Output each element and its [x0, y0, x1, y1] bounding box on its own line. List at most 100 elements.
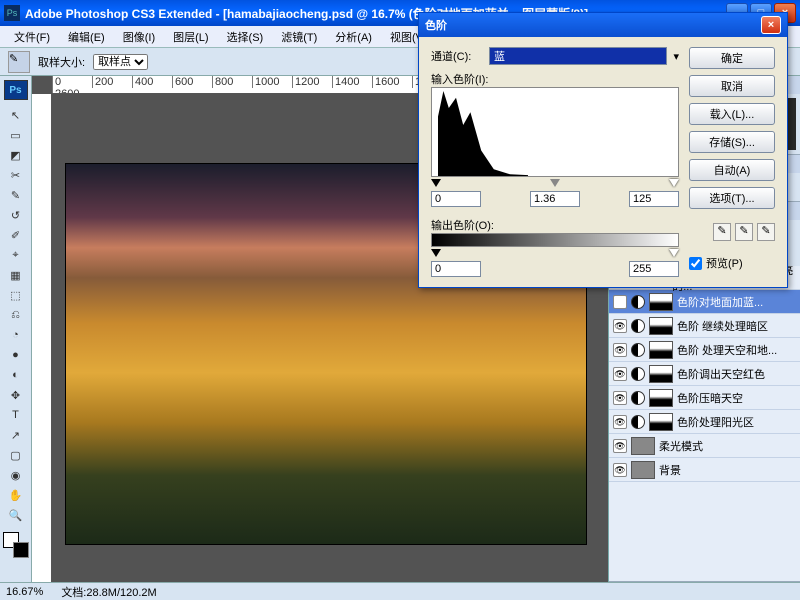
- layer-name: 色阶调出天空红色: [677, 366, 765, 382]
- layer-mask-thumb[interactable]: [649, 389, 673, 407]
- tool-button[interactable]: ↗: [4, 425, 28, 445]
- sample-size-label: 取样大小:: [38, 54, 85, 70]
- dialog-close-button[interactable]: ×: [761, 16, 781, 34]
- tool-button[interactable]: ⌖: [4, 245, 28, 265]
- layer-row[interactable]: 👁 色阶 处理天空和地...: [609, 338, 800, 362]
- layer-row[interactable]: 👁柔光模式: [609, 434, 800, 458]
- tool-button[interactable]: ✥: [4, 385, 28, 405]
- eyedropper-tool-icon[interactable]: ✎: [8, 51, 30, 73]
- tool-button[interactable]: ✂: [4, 165, 28, 185]
- tool-button[interactable]: ◔: [4, 325, 28, 345]
- tool-button[interactable]: ▦: [4, 265, 28, 285]
- menu-item[interactable]: 分析(A): [327, 27, 380, 47]
- layer-name: 色阶 继续处理暗区: [677, 318, 768, 334]
- tool-button[interactable]: ⎌: [4, 305, 28, 325]
- layer-row[interactable]: 👁 色阶调出天空红色: [609, 362, 800, 386]
- tool-button[interactable]: ●: [4, 345, 28, 365]
- output-white-field[interactable]: [629, 261, 679, 277]
- adjustment-icon: [631, 319, 645, 333]
- visibility-icon[interactable]: 👁: [613, 367, 627, 381]
- visibility-icon[interactable]: 👁: [613, 463, 627, 477]
- menu-item[interactable]: 文件(F): [6, 27, 58, 47]
- layer-name: 色阶对地面加蓝...: [677, 294, 763, 310]
- layer-name: 色阶 处理天空和地...: [677, 342, 777, 358]
- layer-row[interactable]: 👁 色阶对地面加蓝...: [609, 290, 800, 314]
- output-sliders[interactable]: [431, 249, 679, 257]
- menu-item[interactable]: 图像(I): [115, 27, 163, 47]
- save-button[interactable]: 存储(S)...: [689, 131, 775, 153]
- dialog-title: 色阶: [425, 17, 447, 33]
- input-levels-label: 输入色阶(I):: [431, 74, 488, 86]
- tool-button[interactable]: ✐: [4, 225, 28, 245]
- status-bar: 16.67% 文档:28.8M/120.2M: [0, 582, 800, 600]
- menu-item[interactable]: 编辑(E): [60, 27, 113, 47]
- tool-button[interactable]: ↖: [4, 105, 28, 125]
- tool-button[interactable]: ▭: [4, 125, 28, 145]
- visibility-icon[interactable]: 👁: [613, 439, 627, 453]
- auto-button[interactable]: 自动(A): [689, 159, 775, 181]
- layer-mask-thumb[interactable]: [649, 293, 673, 311]
- black-eyedropper-icon[interactable]: ✎: [713, 223, 731, 241]
- levels-dialog: 色阶 × 通道(C): 蓝 ▾ 输入色阶(I): 输出色阶(O):: [418, 12, 788, 288]
- tool-button[interactable]: ▢: [4, 445, 28, 465]
- options-button[interactable]: 选项(T)...: [689, 187, 775, 209]
- layer-thumb[interactable]: [631, 437, 655, 455]
- color-swatches[interactable]: [3, 532, 29, 558]
- layer-mask-thumb[interactable]: [649, 317, 673, 335]
- tool-button[interactable]: ◩: [4, 145, 28, 165]
- preview-check[interactable]: [689, 257, 702, 270]
- cancel-button[interactable]: 取消: [689, 75, 775, 97]
- menu-item[interactable]: 图层(L): [165, 27, 216, 47]
- gamma-slider[interactable]: [550, 179, 560, 187]
- layer-name: 色阶压暗天空: [677, 390, 743, 406]
- eyedroppers: ✎ ✎ ✎: [689, 223, 775, 241]
- adjustment-icon: [631, 367, 645, 381]
- zoom-level[interactable]: 16.67%: [6, 586, 43, 598]
- input-gamma-field[interactable]: [530, 191, 580, 207]
- layer-thumb[interactable]: [631, 461, 655, 479]
- white-point-slider[interactable]: [669, 179, 679, 187]
- input-sliders[interactable]: [431, 179, 679, 187]
- black-point-slider[interactable]: [431, 179, 441, 187]
- dialog-titlebar[interactable]: 色阶 ×: [419, 13, 787, 37]
- layer-mask-thumb[interactable]: [649, 365, 673, 383]
- preview-checkbox[interactable]: 预览(P): [689, 255, 775, 271]
- channel-select[interactable]: 蓝: [489, 47, 667, 65]
- layer-mask-thumb[interactable]: [649, 341, 673, 359]
- load-button[interactable]: 载入(L)...: [689, 103, 775, 125]
- input-white-field[interactable]: [629, 191, 679, 207]
- channel-dropdown-icon[interactable]: ▾: [673, 50, 679, 63]
- channel-label: 通道(C):: [431, 48, 483, 64]
- ps-logo-icon: Ps: [4, 80, 28, 100]
- menu-item[interactable]: 滤镜(T): [273, 27, 325, 47]
- output-black-field[interactable]: [431, 261, 481, 277]
- gray-eyedropper-icon[interactable]: ✎: [735, 223, 753, 241]
- layer-row[interactable]: 👁 色阶压暗天空: [609, 386, 800, 410]
- menu-item[interactable]: 选择(S): [219, 27, 272, 47]
- visibility-icon[interactable]: 👁: [613, 415, 627, 429]
- sample-size-select[interactable]: 取样点: [93, 54, 148, 70]
- out-black-slider[interactable]: [431, 249, 441, 257]
- tool-button[interactable]: ✎: [4, 185, 28, 205]
- background-swatch[interactable]: [13, 542, 29, 558]
- tool-button[interactable]: ◐: [4, 365, 28, 385]
- white-eyedropper-icon[interactable]: ✎: [757, 223, 775, 241]
- layer-row[interactable]: 👁 色阶 继续处理暗区: [609, 314, 800, 338]
- visibility-icon[interactable]: 👁: [613, 319, 627, 333]
- visibility-icon[interactable]: 👁: [613, 391, 627, 405]
- tool-button[interactable]: ◉: [4, 465, 28, 485]
- layer-row[interactable]: 👁色阶处理阳光区: [609, 410, 800, 434]
- visibility-icon[interactable]: 👁: [613, 295, 627, 309]
- tool-button[interactable]: T: [4, 405, 28, 425]
- visibility-icon[interactable]: 👁: [613, 343, 627, 357]
- ok-button[interactable]: 确定: [689, 47, 775, 69]
- tool-button[interactable]: ↺: [4, 205, 28, 225]
- ps-app-icon: Ps: [4, 5, 20, 21]
- tool-button[interactable]: ✋: [4, 485, 28, 505]
- out-white-slider[interactable]: [669, 249, 679, 257]
- tool-button[interactable]: 🔍: [4, 505, 28, 525]
- input-black-field[interactable]: [431, 191, 481, 207]
- layer-mask-thumb[interactable]: [649, 413, 673, 431]
- tool-button[interactable]: ⬚: [4, 285, 28, 305]
- layer-row[interactable]: 👁背景: [609, 458, 800, 482]
